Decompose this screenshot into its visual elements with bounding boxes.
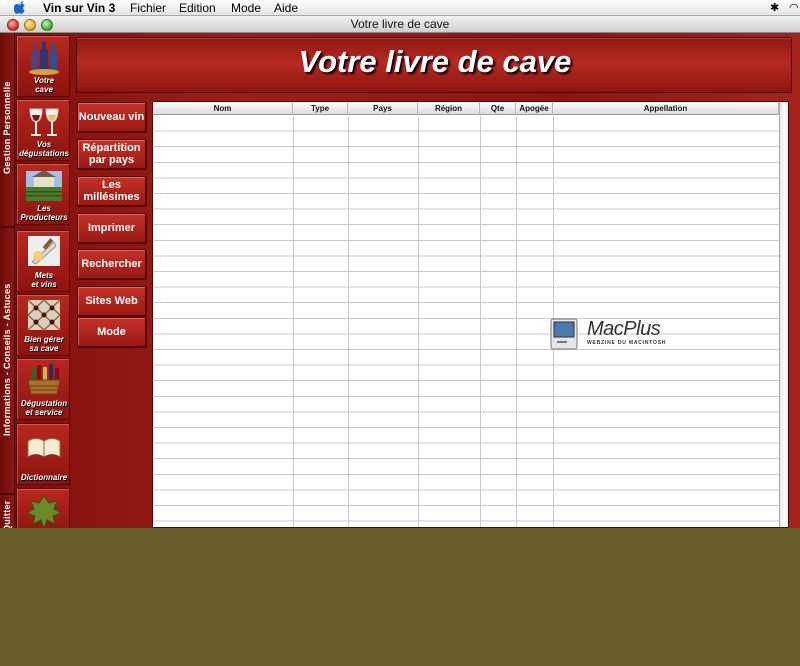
chateau-icon bbox=[26, 170, 62, 201]
millesimes-button[interactable]: Les millésimes bbox=[77, 176, 146, 206]
column-header-type[interactable]: Type bbox=[293, 102, 348, 115]
wine-bottles-icon bbox=[29, 42, 59, 75]
quitter-button[interactable] bbox=[16, 488, 70, 528]
wine-table[interactable]: Nom Type Pays Région Qte Apogée Appellat… bbox=[152, 101, 789, 528]
apple-menu-icon[interactable] bbox=[14, 1, 26, 14]
column-header-nom[interactable]: Nom bbox=[153, 102, 293, 115]
mets-et-vins-label: Mets et vins bbox=[31, 271, 57, 289]
column-header-qte[interactable]: Qte bbox=[480, 102, 516, 115]
macplus-watermark: MacPlus WEBZINE DU MACINTOSH bbox=[549, 318, 681, 352]
mets-et-vins-button[interactable]: Mets et vins bbox=[16, 230, 70, 292]
macintosh-icon bbox=[550, 318, 578, 350]
imprimer-button[interactable]: Imprimer bbox=[77, 213, 146, 243]
bluetooth-icon[interactable]: ✱ bbox=[770, 1, 779, 14]
window-content: Gestion Personnelle Informations - Conse… bbox=[0, 33, 800, 528]
menu-bar: Vin sur Vin 3 Fichier Edition Mode Aide … bbox=[0, 0, 800, 16]
votre-cave-button[interactable]: Votre cave bbox=[16, 35, 70, 97]
vos-degustations-button[interactable]: Vos dégustations bbox=[16, 99, 70, 161]
watermark-brand: MacPlus bbox=[587, 318, 661, 340]
degustation-service-button[interactable]: Dégustation et service bbox=[16, 358, 70, 420]
vos-degustations-label: Vos dégustations bbox=[19, 140, 69, 158]
app-menu[interactable]: Vin sur Vin 3 bbox=[43, 1, 115, 15]
nouveau-vin-button[interactable]: Nouveau vin bbox=[77, 102, 146, 132]
column-header-appellation[interactable]: Appellation bbox=[553, 102, 779, 115]
watermark-tagline: WEBZINE DU MACINTOSH bbox=[587, 340, 667, 346]
menu-aide[interactable]: Aide bbox=[274, 1, 298, 15]
table-scrollbar[interactable] bbox=[779, 102, 788, 527]
menu-edition[interactable]: Edition bbox=[179, 1, 216, 15]
header-banner: Votre livre de cave bbox=[76, 37, 792, 93]
degustation-service-label: Dégustation et service bbox=[20, 399, 68, 417]
cheese-knife-icon bbox=[28, 236, 60, 266]
window-titlebar: Votre livre de cave bbox=[0, 16, 800, 33]
les-producteurs-label: Les Producteurs bbox=[20, 204, 68, 222]
menu-fichier[interactable]: Fichier bbox=[130, 1, 166, 15]
section-gestion-personnelle[interactable]: Gestion Personnelle bbox=[0, 33, 15, 223]
page-title: Votre livre de cave bbox=[298, 44, 572, 79]
bien-gerer-button[interactable]: Bien gérer sa cave bbox=[16, 294, 70, 356]
vine-leaf-icon bbox=[26, 495, 62, 528]
section-strip: Gestion Personnelle Informations - Conse… bbox=[0, 33, 15, 528]
votre-cave-label: Votre cave bbox=[33, 76, 55, 94]
column-header-apogee[interactable]: Apogée bbox=[516, 102, 553, 115]
wifi-icon[interactable]: ◠ bbox=[789, 1, 799, 14]
rechercher-button[interactable]: Rechercher bbox=[77, 249, 146, 279]
les-producteurs-button[interactable]: Les Producteurs bbox=[16, 163, 70, 225]
dictionnaire-button[interactable]: Dictionnaire bbox=[16, 423, 70, 485]
mode-button[interactable]: Mode bbox=[77, 317, 146, 347]
bottle-basket-icon bbox=[27, 364, 61, 395]
table-rows[interactable] bbox=[153, 116, 779, 527]
dictionnaire-label: Dictionnaire bbox=[20, 473, 68, 482]
column-header-pays[interactable]: Pays bbox=[348, 102, 418, 115]
section-quitter[interactable]: Quitter bbox=[0, 496, 15, 528]
section-informations[interactable]: Informations - Conseils - Astuces bbox=[0, 229, 15, 491]
bien-gerer-label: Bien gérer sa cave bbox=[24, 335, 64, 353]
wine-glasses-icon bbox=[29, 108, 59, 136]
repartition-pays-button[interactable]: Répartition par pays bbox=[77, 139, 146, 169]
table-header: Nom Type Pays Région Qte Apogée Appellat… bbox=[153, 102, 788, 115]
window-title: Votre livre de cave bbox=[350, 17, 450, 31]
book-icon bbox=[27, 438, 61, 459]
column-header-region[interactable]: Région bbox=[418, 102, 480, 115]
sites-web-button[interactable]: Sites Web bbox=[77, 286, 146, 316]
menu-mode[interactable]: Mode bbox=[231, 1, 261, 15]
wine-rack-icon bbox=[27, 299, 61, 331]
